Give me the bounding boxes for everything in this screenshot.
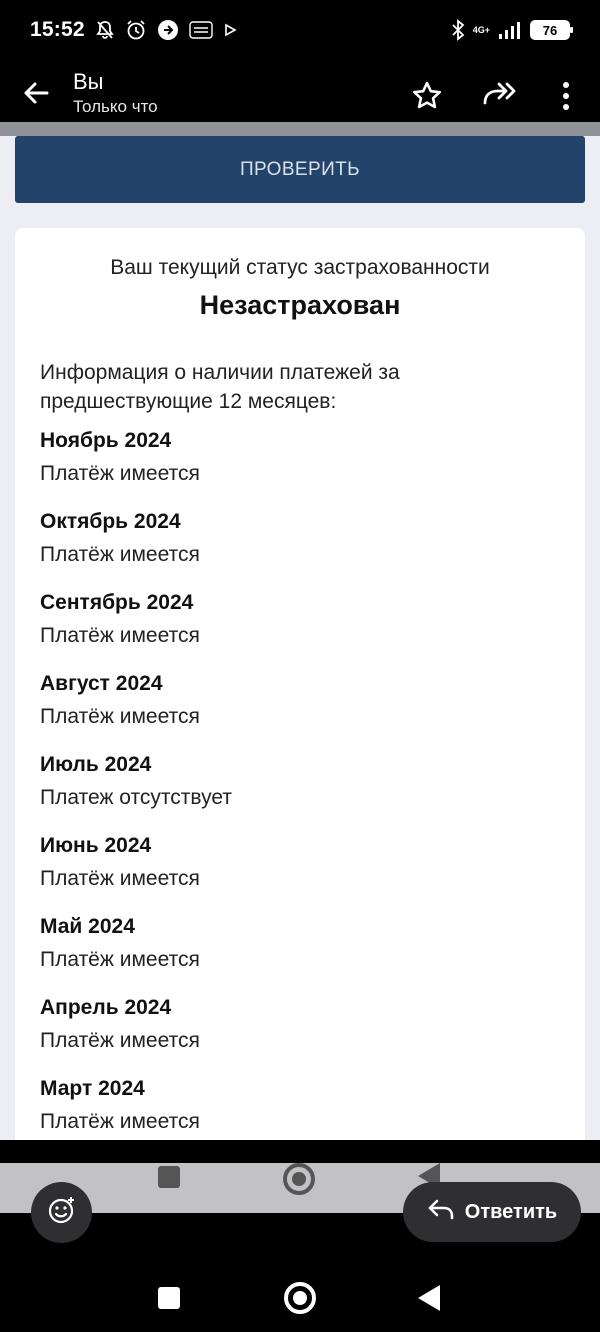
- network-type: 4G+: [472, 24, 490, 35]
- list-item: Июнь 2024 Платёж имеется: [40, 831, 560, 912]
- payment-status: Платёж имеется: [40, 462, 200, 485]
- status-time: 15:52: [30, 18, 85, 41]
- reply-arrow-icon: [427, 1197, 455, 1227]
- payment-status: Платёж имеется: [40, 1110, 200, 1133]
- list-item: Март 2024 Платёж имеется: [40, 1074, 560, 1140]
- system-nav-bar: [0, 1250, 600, 1332]
- muted-bell-icon: [95, 20, 115, 40]
- more-vert-icon[interactable]: [556, 80, 576, 112]
- home-icon[interactable]: [284, 1282, 316, 1314]
- alarm-icon: [125, 19, 147, 41]
- month-name: Август 2024: [40, 672, 163, 695]
- insurance-status-card: Ваш текущий статус застрахованности Неза…: [15, 228, 585, 1140]
- play-icon: [223, 23, 237, 37]
- month-name: Июнь 2024: [40, 834, 152, 857]
- payment-status: Платёж имеется: [40, 624, 200, 647]
- payments-info-text: Информация о наличии платежей за предшес…: [40, 361, 400, 413]
- emoji-button[interactable]: [31, 1182, 92, 1243]
- status-bar: 15:52 4G+ 76: [0, 0, 600, 60]
- check-button[interactable]: ПРОВЕРИТЬ: [15, 136, 585, 203]
- month-name: Ноябрь 2024: [40, 429, 172, 452]
- star-icon[interactable]: [411, 80, 443, 112]
- payments-list: Ноябрь 2024 Платёж имеется Октябрь 2024 …: [40, 426, 560, 1140]
- forward-icon[interactable]: [482, 78, 518, 110]
- temu-icon: [189, 20, 213, 40]
- month-name: Май 2024: [40, 915, 135, 938]
- list-item: Сентябрь 2024 Платёж имеется: [40, 588, 560, 669]
- battery-icon: 76: [530, 20, 573, 40]
- chat-title[interactable]: Вы Только что: [73, 68, 158, 118]
- month-name: Сентябрь 2024: [40, 591, 194, 614]
- payment-status: Платёж имеется: [40, 543, 200, 566]
- app-bar: Вы Только что: [0, 60, 600, 122]
- navigation-icon: [157, 19, 179, 41]
- bluetooth-icon: [451, 19, 465, 41]
- back-icon[interactable]: [418, 1285, 440, 1311]
- recents-icon[interactable]: [158, 1287, 180, 1309]
- message-time: Только что: [73, 97, 158, 116]
- status-value: Незастрахован: [199, 290, 401, 320]
- status-caption: Ваш текущий статус застрахованности: [110, 256, 490, 279]
- status-left: 15:52: [30, 18, 237, 42]
- reply-label: Ответить: [464, 1200, 558, 1223]
- list-item: Август 2024 Платёж имеется: [40, 669, 560, 750]
- emoji-icon: [47, 1195, 77, 1230]
- reply-button[interactable]: Ответить: [403, 1182, 581, 1242]
- month-name: Июль 2024: [40, 753, 152, 776]
- back-arrow-icon[interactable]: [20, 77, 52, 109]
- list-item: Ноябрь 2024 Платёж имеется: [40, 426, 560, 507]
- recents-icon: [158, 1166, 180, 1188]
- sender-name: Вы: [73, 69, 104, 94]
- month-name: Апрель 2024: [40, 996, 172, 1019]
- payment-status: Платёж имеется: [40, 867, 200, 890]
- list-item: Октябрь 2024 Платёж имеется: [40, 507, 560, 588]
- status-right: 4G+ 76: [451, 19, 573, 41]
- divider-strip: [0, 122, 600, 136]
- list-item: Май 2024 Платёж имеется: [40, 912, 560, 993]
- payment-status: Платеж отсутствует: [40, 786, 232, 809]
- payment-status: Платёж имеется: [40, 948, 200, 971]
- message-content: ПРОВЕРИТЬ Ваш текущий статус застрахован…: [0, 122, 600, 1140]
- home-icon: [283, 1163, 315, 1195]
- payment-status: Платёж имеется: [40, 1029, 200, 1052]
- list-item: Июль 2024 Платеж отсутствует: [40, 750, 560, 831]
- signal-icon: [498, 20, 522, 40]
- month-name: Март 2024: [40, 1077, 145, 1100]
- list-item: Апрель 2024 Платёж имеется: [40, 993, 560, 1074]
- payment-status: Платёж имеется: [40, 705, 200, 728]
- month-name: Октябрь 2024: [40, 510, 181, 533]
